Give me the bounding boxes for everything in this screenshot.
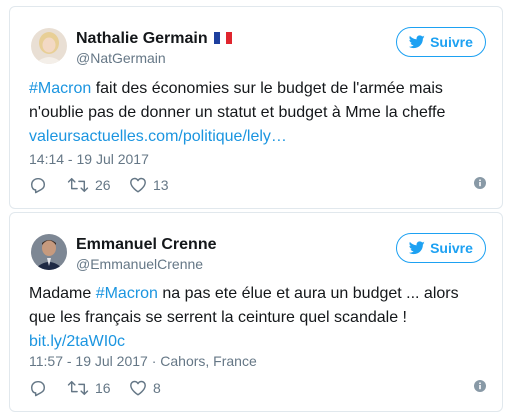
retweet-icon [67, 177, 89, 193]
reply-button[interactable] [29, 176, 67, 194]
tweet-text: Madame #Macron na pas ete élue et aura u… [29, 282, 489, 354]
hashtag-link[interactable]: #Macron [29, 80, 91, 97]
timestamp[interactable]: 11:57 - 19 Jul 2017 · Cahors, France [29, 353, 257, 369]
twitter-bird-icon [409, 241, 425, 255]
like-button[interactable]: 13 [129, 176, 189, 194]
tweet-text-line2: que les français se serrent la ceinture … [29, 309, 407, 326]
like-count: 8 [153, 380, 161, 396]
twitter-bird-icon [409, 35, 425, 49]
tweet-text-line1: fait des économies sur le budget de l'ar… [91, 80, 443, 97]
french-flag-icon [214, 32, 233, 44]
hashtag-link[interactable]: #Macron [96, 285, 158, 302]
author-name-text: Emmanuel Crenne [76, 236, 217, 253]
follow-label: Suivre [430, 240, 473, 256]
info-icon [474, 177, 486, 189]
url-link[interactable]: valeursactuelles.com/politique/lely… [29, 128, 287, 145]
tweet-text-line1: na pas ete élue et aura un budget ... al… [157, 285, 459, 302]
author-handle[interactable]: @EmmanuelCrenne [76, 256, 203, 272]
avatar[interactable] [31, 234, 67, 270]
url-link[interactable]: bit.ly/2taWI0c [29, 333, 125, 350]
tweet-actions: 16 8 [29, 377, 486, 399]
retweet-count: 16 [95, 380, 111, 396]
reply-button[interactable] [29, 379, 67, 397]
follow-button[interactable]: Suivre [396, 233, 486, 263]
follow-label: Suivre [430, 34, 473, 50]
reply-icon [30, 177, 46, 194]
heart-icon [130, 177, 146, 193]
like-button[interactable]: 8 [129, 379, 189, 397]
heart-icon [130, 380, 146, 396]
tweet-text: #Macron fait des économies sur le budget… [29, 77, 489, 149]
author-name-text: Nathalie Germain [76, 30, 208, 47]
tweet-card: Emmanuel Crenne @EmmanuelCrenne Suivre M… [9, 212, 503, 412]
tweet-text-prefix: Madame [29, 285, 96, 302]
author-name[interactable]: Nathalie Germain [76, 29, 233, 49]
tweet-actions: 26 13 [29, 174, 486, 196]
tweet-card: Nathalie Germain @NatGermain Suivre #Mac… [9, 6, 503, 209]
retweet-button[interactable]: 16 [67, 379, 129, 397]
timestamp[interactable]: 14:14 - 19 Jul 2017 [29, 151, 149, 167]
author-name[interactable]: Emmanuel Crenne [76, 235, 216, 255]
info-button[interactable] [474, 379, 486, 397]
tweet-text-line2: n'oublie pas de donner un statut et budg… [29, 104, 446, 121]
info-icon [474, 380, 486, 392]
retweet-icon [67, 380, 89, 396]
info-button[interactable] [474, 176, 486, 194]
follow-button[interactable]: Suivre [396, 27, 486, 57]
like-count: 13 [153, 177, 169, 193]
author-handle[interactable]: @NatGermain [76, 50, 166, 66]
retweet-button[interactable]: 26 [67, 176, 129, 194]
reply-icon [30, 380, 46, 397]
retweet-count: 26 [95, 177, 111, 193]
avatar[interactable] [31, 28, 67, 64]
